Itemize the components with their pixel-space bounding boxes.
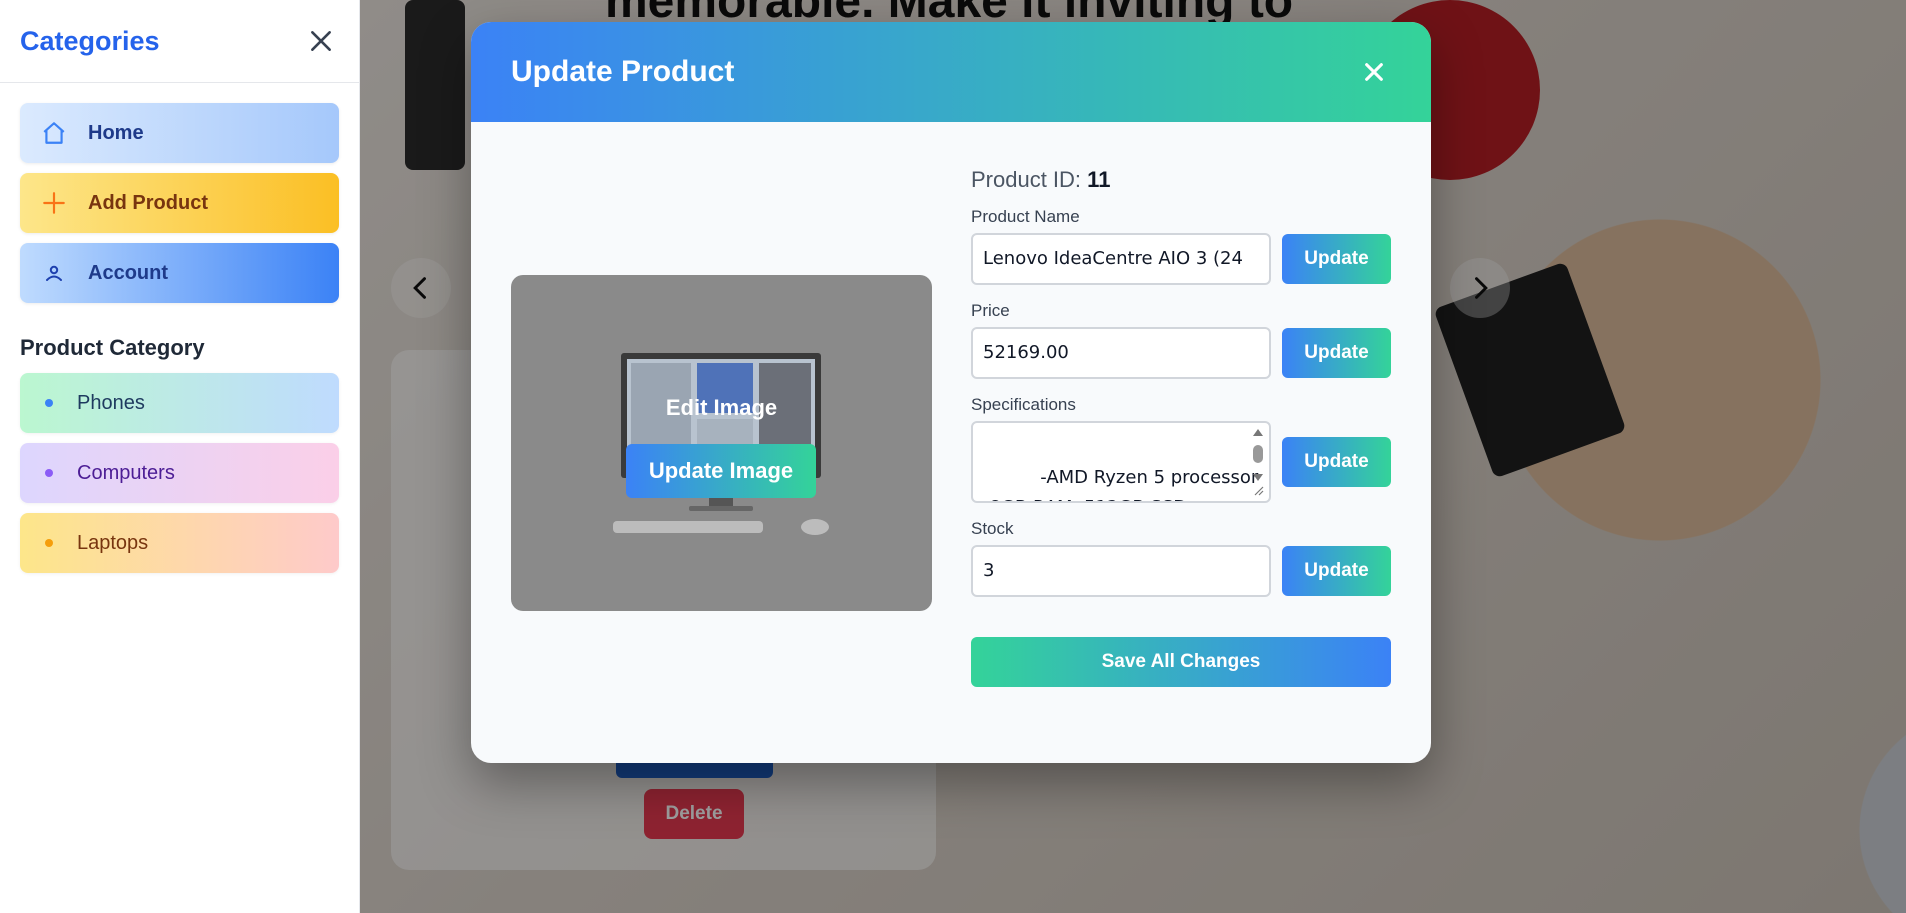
price-field: Price 52169.00 Update (971, 301, 1391, 379)
product-name-input[interactable]: Lenovo IdeaCentre AIO 3 (24 (971, 233, 1271, 285)
plus-icon (40, 189, 68, 217)
category-item-laptops[interactable]: Laptops (20, 513, 339, 573)
product-id-value: 11 (1087, 167, 1111, 192)
stock-label: Stock (971, 519, 1014, 538)
sidebar: Categories Home Add Product Account Prod… (0, 0, 360, 913)
close-icon (1365, 63, 1383, 81)
category-item-computers[interactable]: Computers (20, 443, 339, 503)
close-icon (311, 31, 331, 51)
specifications-field: Specifications -AMD Ryzen 5 processor -8… (971, 395, 1391, 503)
update-product-modal: Update Product Edit Image Update Image P… (471, 22, 1431, 763)
category-item-phones[interactable]: Phones (20, 373, 339, 433)
specifications-label: Specifications (971, 395, 1076, 414)
user-icon (40, 259, 68, 287)
update-name-button[interactable]: Update (1282, 234, 1391, 284)
modal-close-button[interactable] (1357, 55, 1391, 89)
specifications-text: -AMD Ryzen 5 processor -8GB RAM, 512GB S… (983, 467, 1259, 501)
category-label: Laptops (77, 531, 149, 554)
category-label: Computers (77, 461, 175, 484)
product-id-label: Product ID: (971, 167, 1082, 192)
product-form: Product ID: 11 Product Name Lenovo IdeaC… (971, 162, 1391, 687)
sidebar-title: Categories (20, 25, 160, 56)
modal-title: Update Product (511, 55, 735, 88)
update-specifications-button[interactable]: Update (1282, 437, 1391, 487)
stock-field: Stock 3 Update (971, 519, 1391, 597)
textarea-scrollbar[interactable] (1251, 427, 1265, 497)
sidebar-close-button[interactable] (303, 23, 339, 59)
sidebar-item-label: Home (88, 121, 144, 144)
sidebar-item-label: Add Product (88, 191, 208, 214)
product-id: Product ID: 11 (971, 167, 1391, 193)
price-label: Price (971, 301, 1010, 320)
product-name-label: Product Name (971, 207, 1080, 226)
sidebar-item-label: Account (88, 261, 168, 284)
sidebar-item-account[interactable]: Account (20, 243, 339, 303)
bullet-dot-icon (45, 399, 53, 407)
modal-header: Update Product (471, 22, 1431, 122)
product-image-editor[interactable]: Edit Image Update Image (511, 275, 932, 611)
update-image-button[interactable]: Update Image (626, 444, 816, 498)
category-label: Phones (77, 391, 145, 414)
update-stock-button[interactable]: Update (1282, 546, 1391, 596)
product-name-field: Product Name Lenovo IdeaCentre AIO 3 (24… (971, 207, 1391, 285)
sidebar-nav: Home Add Product Account (0, 83, 359, 303)
price-input[interactable]: 52169.00 (971, 327, 1271, 379)
sidebar-item-add-product[interactable]: Add Product (20, 173, 339, 233)
home-icon (40, 119, 68, 147)
save-all-changes-button[interactable]: Save All Changes (971, 637, 1391, 687)
specifications-textarea[interactable]: -AMD Ryzen 5 processor -8GB RAM, 512GB S… (971, 421, 1271, 503)
update-price-button[interactable]: Update (1282, 328, 1391, 378)
product-category-heading: Product Category (20, 335, 205, 360)
bullet-dot-icon (45, 469, 53, 477)
sidebar-item-home[interactable]: Home (20, 103, 339, 163)
stock-input[interactable]: 3 (971, 545, 1271, 597)
bullet-dot-icon (45, 539, 53, 547)
sidebar-header: Categories (0, 0, 359, 83)
edit-image-label: Edit Image (665, 395, 778, 420)
